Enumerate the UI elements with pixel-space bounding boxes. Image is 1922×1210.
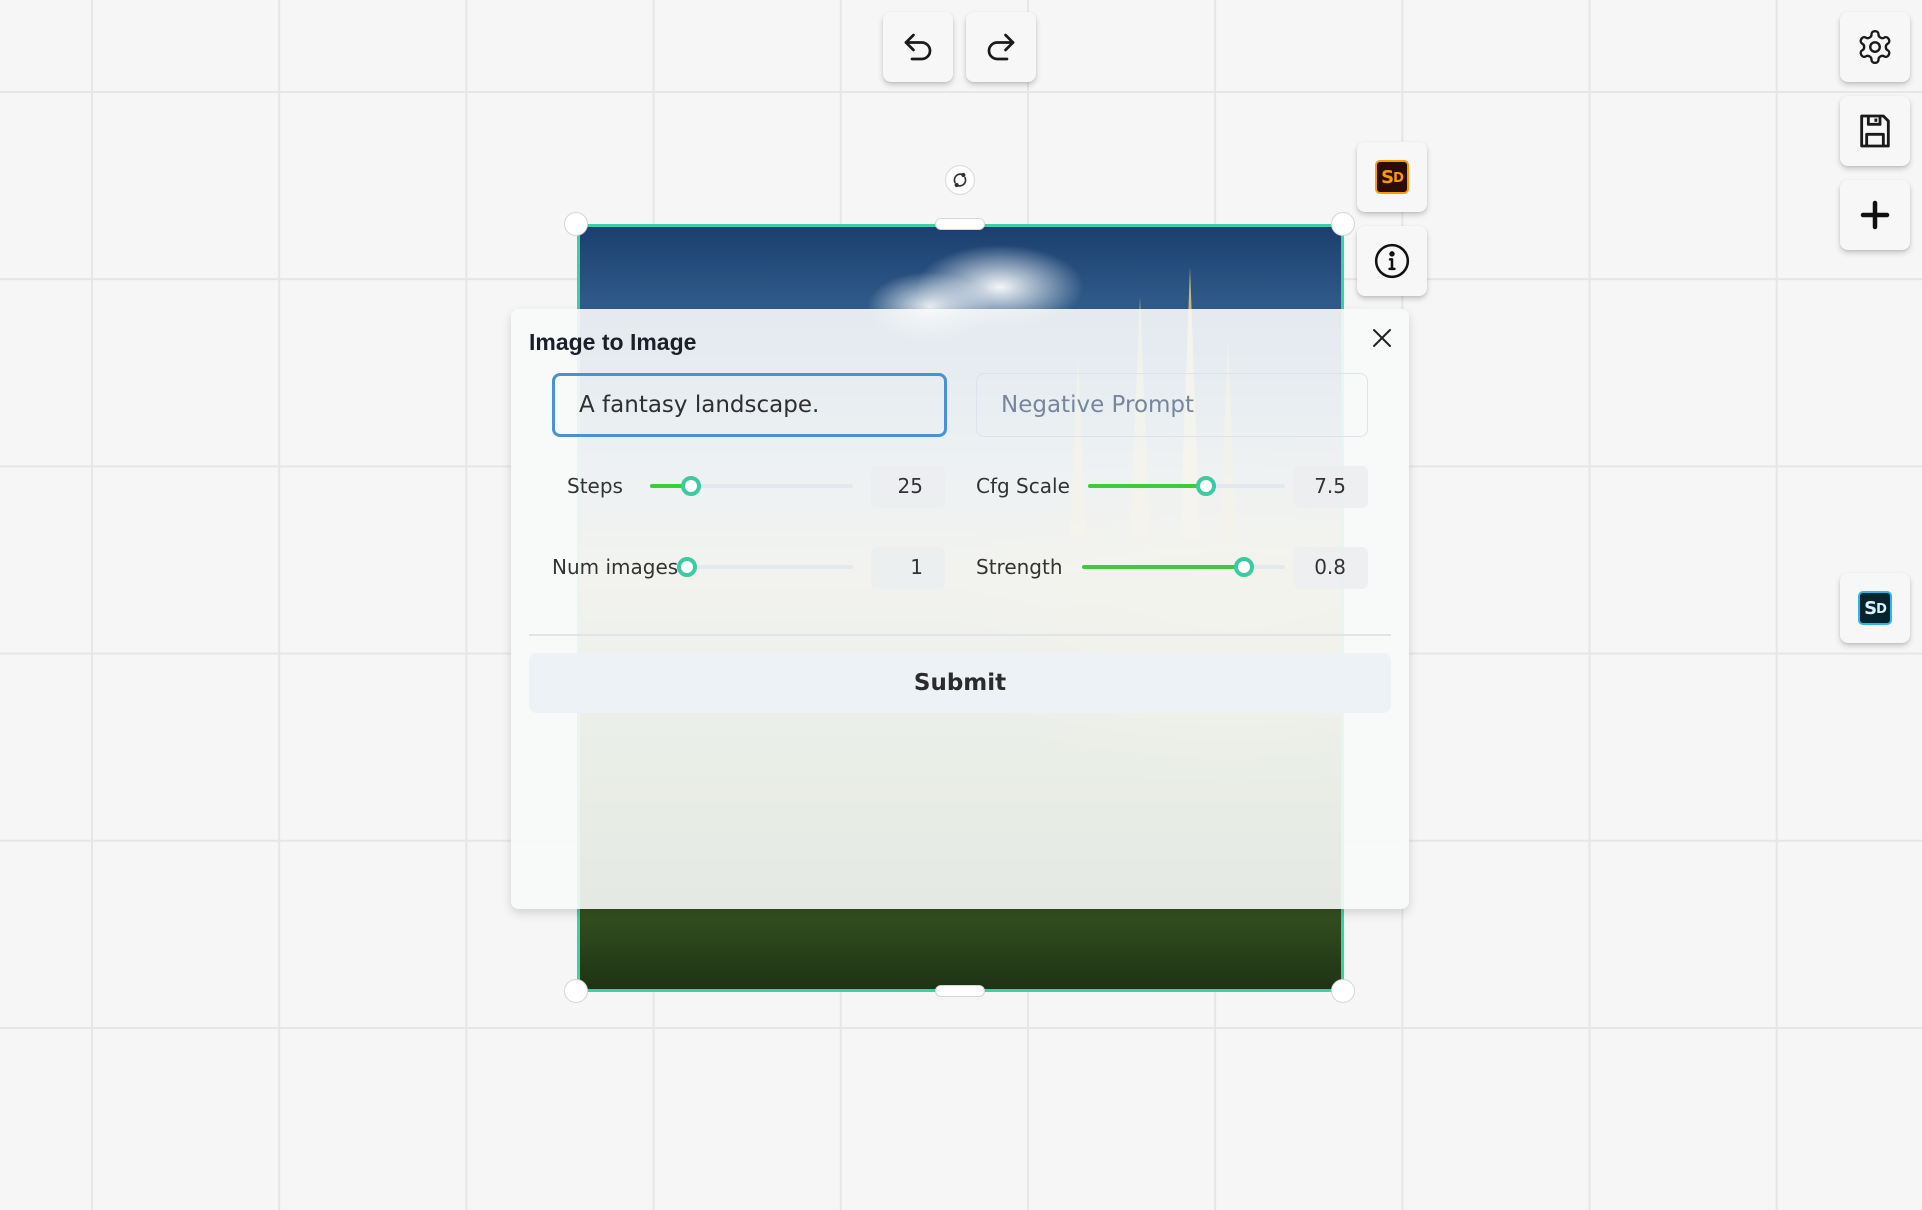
settings-button[interactable] — [1840, 12, 1910, 82]
redo-icon — [987, 33, 1015, 61]
num-images-slider-row: Num images 1 — [511, 547, 960, 589]
steps-slider[interactable] — [650, 476, 853, 496]
plus-icon — [1860, 200, 1890, 230]
cfg-scale-value[interactable]: 7.5 — [1294, 466, 1368, 508]
add-button[interactable] — [1840, 180, 1910, 250]
stable-diffusion-button[interactable]: SD — [1840, 573, 1910, 643]
submit-button[interactable]: Submit — [529, 653, 1391, 713]
strength-slider-fill — [1082, 565, 1245, 569]
sd-logo-icon: SD — [1858, 591, 1892, 625]
num-images-slider[interactable] — [677, 557, 853, 577]
panel-title: Image to Image — [529, 329, 697, 355]
strength-value[interactable]: 0.8 — [1294, 547, 1368, 589]
resize-handle-bottom[interactable] — [935, 985, 985, 997]
sd-logo-icon: SD — [1375, 160, 1409, 194]
num-images-slider-thumb[interactable] — [677, 557, 697, 577]
rotate-handle[interactable] — [945, 165, 975, 195]
resize-handle-top-left[interactable] — [564, 212, 588, 236]
undo-button[interactable] — [883, 12, 953, 82]
floppy-disk-icon — [1860, 114, 1890, 148]
resize-handle-top-right[interactable] — [1331, 212, 1355, 236]
prompt-input[interactable] — [552, 373, 947, 437]
steps-slider-row: Steps 25 — [511, 466, 960, 508]
steps-label: Steps — [567, 474, 623, 498]
cfg-scale-label: Cfg Scale — [976, 474, 1070, 498]
strength-label: Strength — [976, 555, 1063, 579]
cfg-scale-slider-thumb[interactable] — [1196, 476, 1217, 496]
close-button[interactable] — [1369, 325, 1395, 351]
strength-slider[interactable] — [1082, 557, 1285, 577]
resize-handle-bottom-left[interactable] — [564, 979, 588, 1003]
undo-icon — [904, 33, 932, 61]
save-button[interactable] — [1840, 96, 1910, 166]
resize-handle-top[interactable] — [935, 218, 985, 230]
gear-icon — [1859, 29, 1891, 65]
divider — [529, 634, 1391, 636]
info-button[interactable] — [1357, 226, 1427, 296]
num-images-value[interactable]: 1 — [871, 547, 945, 589]
redo-button[interactable] — [966, 12, 1036, 82]
steps-value[interactable]: 25 — [871, 466, 945, 508]
resize-handle-bottom-right[interactable] — [1331, 979, 1355, 1003]
cfg-scale-slider-row: Cfg Scale 7.5 — [976, 466, 1386, 508]
info-icon — [1374, 243, 1410, 279]
num-images-label: Num images — [552, 555, 679, 579]
cfg-scale-slider[interactable] — [1088, 476, 1285, 496]
negative-prompt-input[interactable] — [976, 373, 1368, 437]
cfg-scale-slider-fill — [1088, 484, 1207, 488]
strength-slider-thumb[interactable] — [1234, 557, 1255, 577]
image-to-image-panel: Image to Image Steps 25 Cfg Scale 7.5 Nu… — [511, 309, 1409, 909]
steps-slider-thumb[interactable] — [680, 476, 701, 496]
strength-slider-row: Strength 0.8 — [976, 547, 1386, 589]
rotate-icon — [953, 172, 967, 188]
stable-diffusion-image-button[interactable]: SD — [1357, 142, 1427, 212]
close-icon — [1373, 329, 1391, 347]
